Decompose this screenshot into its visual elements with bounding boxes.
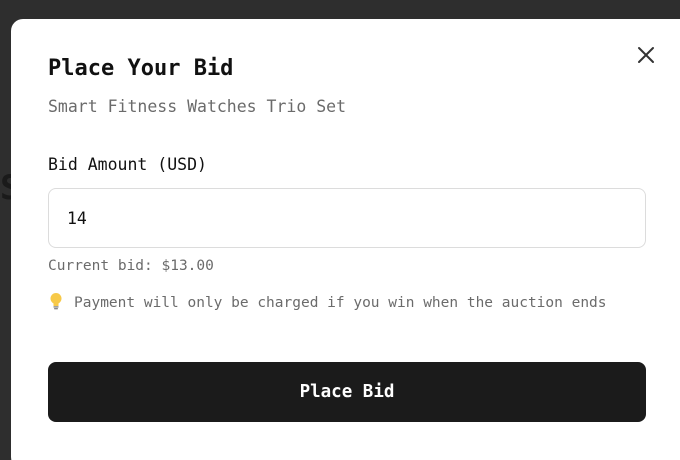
current-bid-text: Current bid: $13.00 (48, 258, 214, 274)
close-button[interactable] (635, 44, 657, 66)
bid-dialog: Place Your Bid Smart Fitness Watches Tri… (11, 19, 680, 460)
close-icon (638, 47, 654, 63)
item-name: Smart Fitness Watches Trio Set (48, 97, 347, 116)
dialog-title: Place Your Bid (48, 56, 234, 81)
place-bid-button[interactable]: Place Bid (48, 362, 646, 422)
bid-amount-input[interactable] (48, 188, 646, 248)
payment-note: Payment will only be charged if you win … (48, 291, 648, 315)
lightbulb-icon (48, 292, 64, 310)
payment-note-text: Payment will only be charged if you win … (74, 295, 607, 311)
bid-amount-label: Bid Amount (USD) (48, 155, 207, 174)
